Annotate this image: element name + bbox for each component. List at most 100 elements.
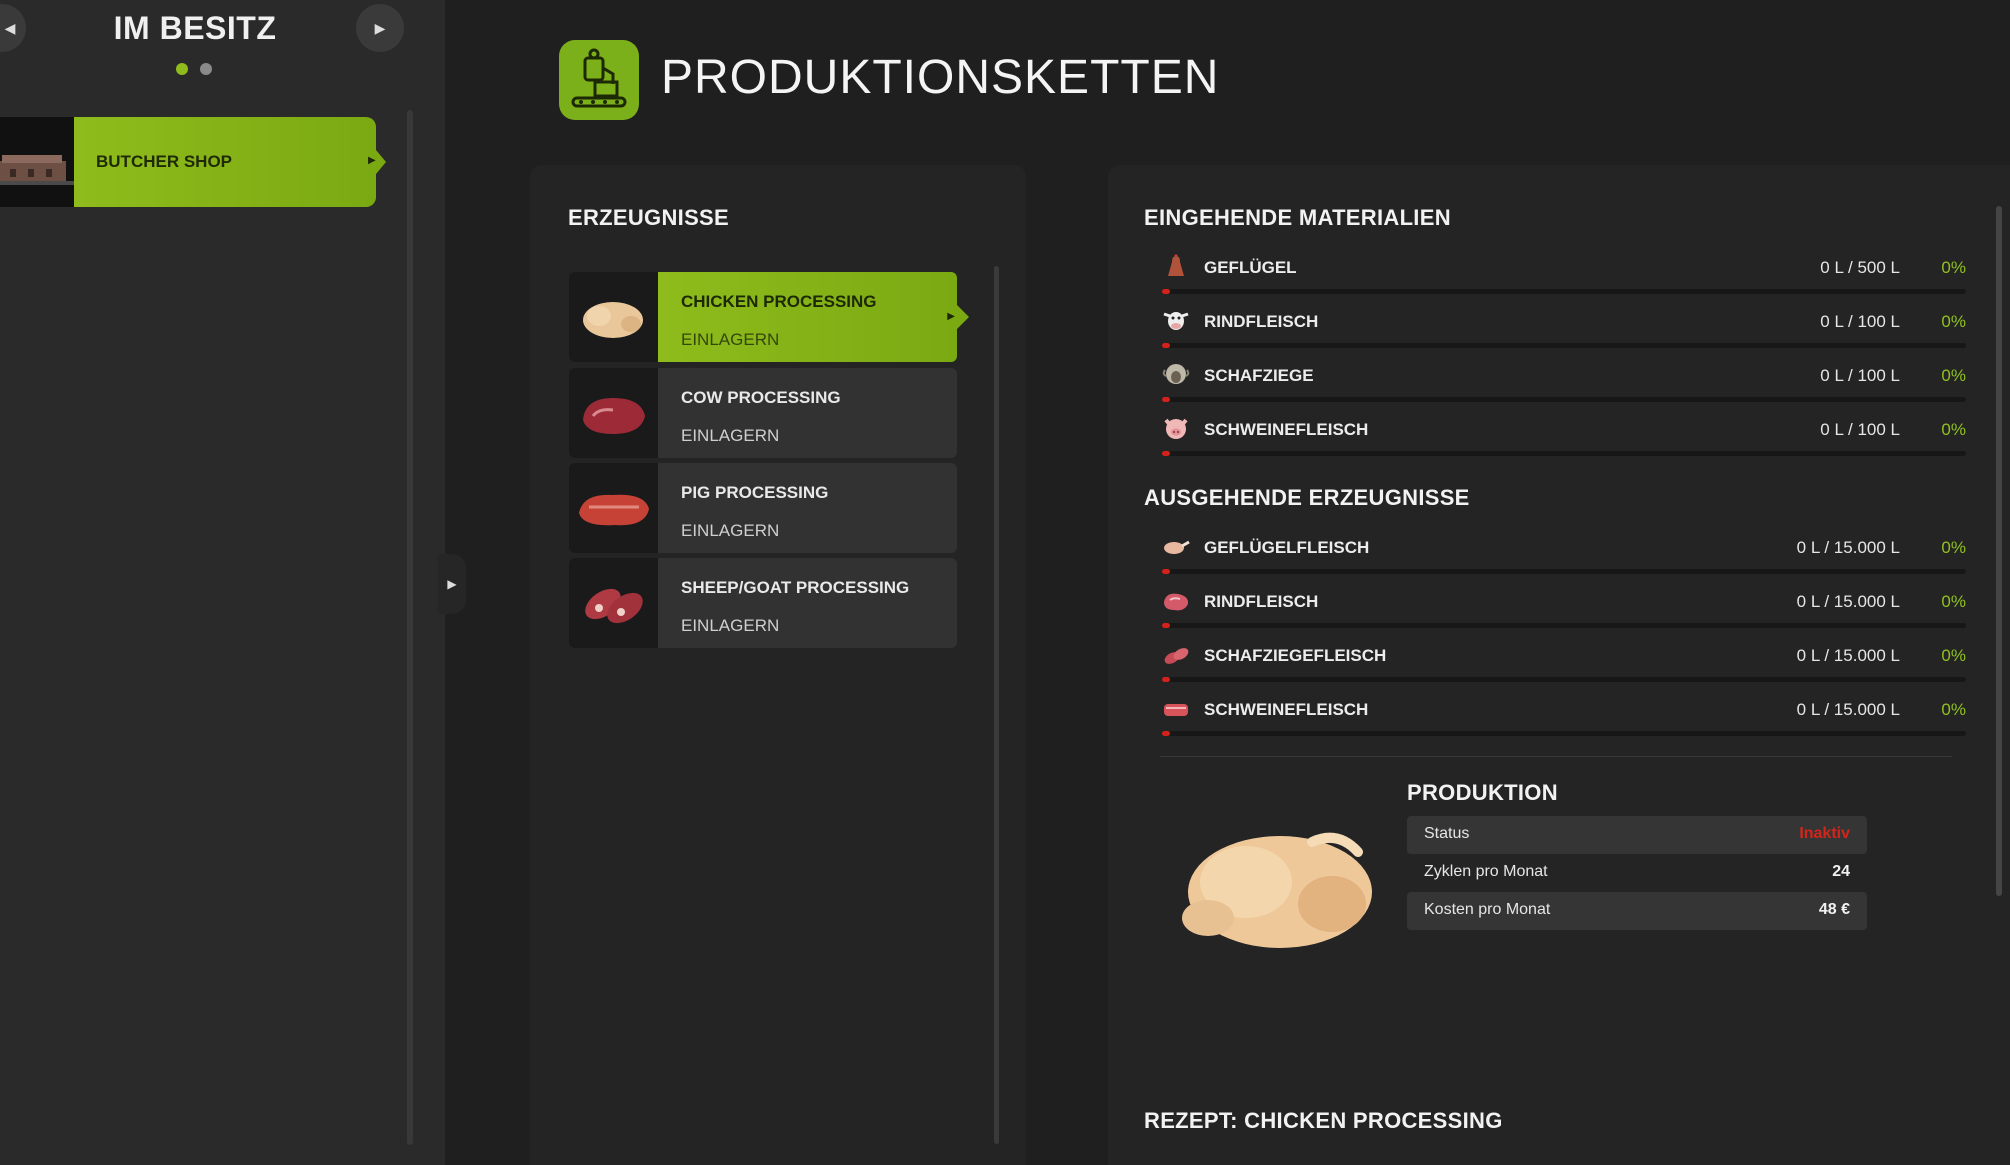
material-percent: 0%: [1941, 366, 1966, 385]
product-item-body: CHICKEN PROCESSING EINLAGERN: [658, 272, 957, 362]
fill-bar-indicator: [1162, 397, 1170, 402]
material-amount: 0 L / 100 L: [1820, 420, 1900, 439]
poultry-meat-icon: [1162, 534, 1190, 560]
owned-sidebar: ◀ IM BESITZ ▶ BUTCHER SHOP ▶: [0, 0, 445, 1165]
products-title: ERZEUGNISSE: [568, 205, 729, 230]
selected-arrow: [957, 305, 969, 329]
chevron-right-icon: ▶: [368, 155, 376, 166]
fill-bar: [1162, 623, 1966, 628]
recipe-title: REZEPT: CHICKEN PROCESSING: [1144, 1108, 1503, 1133]
chevron-left-icon: ◀: [4, 19, 16, 36]
collapse-sidebar-button[interactable]: ▶: [438, 554, 466, 614]
material-amount: 0 L / 15.000 L: [1796, 538, 1900, 557]
sidebar-item-butcher-shop[interactable]: BUTCHER SHOP ▶: [0, 117, 386, 207]
butcher-shop-thumbnail: [0, 117, 74, 207]
outgoing-row-poultry-meat: GEFLÜGELFLEISCH 0 L / 15.000 L 0%: [1160, 530, 1966, 584]
material-percent: 0%: [1941, 700, 1966, 719]
sidebar-scrollbar[interactable]: [407, 110, 413, 1145]
page-title: PRODUKTIONSKETTEN: [661, 51, 1220, 104]
cycles-row: Zyklen pro Monat 24: [1407, 854, 1867, 892]
product-item-chicken[interactable]: CHICKEN PROCESSING EINLAGERN ▶: [569, 272, 969, 362]
fill-bar: [1162, 451, 1966, 456]
next-page-button[interactable]: ▶: [356, 4, 404, 52]
beef-meat-icon: [1162, 588, 1190, 614]
material-percent: 0%: [1941, 312, 1966, 331]
fill-bar: [1162, 397, 1966, 402]
material-percent: 0%: [1941, 420, 1966, 439]
selected-arrow: [376, 150, 386, 174]
cycles-label: Zyklen pro Monat: [1424, 863, 1548, 880]
material-name: GEFLÜGEL: [1204, 258, 1297, 277]
fill-bar-indicator: [1162, 677, 1170, 682]
incoming-title: EINGEHENDE MATERIALIEN: [1144, 205, 1451, 230]
material-name: SCHAFZIEGEFLEISCH: [1204, 646, 1387, 665]
product-item-body: SHEEP/GOAT PROCESSING EINLAGERN: [658, 558, 957, 648]
product-store-label: EINLAGERN: [681, 521, 780, 540]
material-percent: 0%: [1941, 646, 1966, 665]
material-amount: 0 L / 15.000 L: [1796, 700, 1900, 719]
page-dot[interactable]: [200, 63, 212, 75]
incoming-row-poultry: GEFLÜGEL 0 L / 500 L 0%: [1160, 250, 1966, 304]
prev-page-button[interactable]: ◀: [0, 4, 26, 52]
chevron-right-icon: ▶: [447, 577, 457, 591]
product-item-cow[interactable]: COW PROCESSING EINLAGERN: [569, 368, 957, 458]
material-name: GEFLÜGELFLEISCH: [1204, 538, 1370, 557]
material-amount: 0 L / 100 L: [1820, 312, 1900, 331]
incoming-row-sheep-goat: SCHAFZIEGE 0 L / 100 L 0%: [1160, 358, 1966, 412]
material-name: SCHWEINEFLEISCH: [1204, 420, 1369, 439]
material-name: RINDFLEISCH: [1204, 312, 1319, 331]
fill-bar-indicator: [1162, 623, 1170, 628]
costs-row: Kosten pro Monat 48 €: [1407, 892, 1867, 930]
product-name: CHICKEN PROCESSING: [681, 292, 877, 311]
fill-bar: [1162, 569, 1966, 574]
product-name: SHEEP/GOAT PROCESSING: [681, 578, 910, 597]
sidebar-title: IM BESITZ: [113, 10, 277, 46]
fill-bar: [1162, 731, 1966, 736]
product-item-body: COW PROCESSING EINLAGERN: [658, 368, 957, 458]
chevron-right-icon: ▶: [374, 19, 386, 36]
product-store-label: EINLAGERN: [681, 426, 780, 445]
fill-bar-indicator: [1162, 451, 1170, 456]
product-store-label: EINLAGERN: [681, 330, 780, 349]
cow-icon: [1162, 308, 1190, 334]
incoming-row-beef: RINDFLEISCH 0 L / 100 L 0%: [1160, 304, 1966, 358]
raw-chicken-thumbnail: [569, 272, 658, 362]
material-percent: 0%: [1941, 592, 1966, 611]
material-name: RINDFLEISCH: [1204, 592, 1319, 611]
sheep-icon: [1162, 362, 1190, 388]
product-name: COW PROCESSING: [681, 388, 841, 407]
material-amount: 0 L / 15.000 L: [1796, 646, 1900, 665]
lamb-meat-icon: [1162, 642, 1190, 668]
fill-bar-indicator: [1162, 569, 1170, 574]
material-amount: 0 L / 500 L: [1820, 258, 1900, 277]
pig-icon: [1162, 416, 1190, 442]
pork-meat-icon: [1162, 696, 1190, 722]
product-item-pig[interactable]: PIG PROCESSING EINLAGERN: [569, 463, 957, 553]
product-item-body: PIG PROCESSING EINLAGERN: [658, 463, 957, 553]
fill-bar: [1162, 677, 1966, 682]
outgoing-title: AUSGEHENDE ERZEUGNISSE: [1144, 485, 1470, 510]
page-dot-active[interactable]: [176, 63, 188, 75]
product-item-sheep-goat[interactable]: SHEEP/GOAT PROCESSING EINLAGERN: [569, 558, 957, 648]
outgoing-row-pork: SCHWEINEFLEISCH 0 L / 15.000 L 0%: [1160, 692, 1966, 746]
material-percent: 0%: [1941, 538, 1966, 557]
production-title: PRODUKTION: [1407, 780, 1558, 805]
raw-chicken-image: [1162, 800, 1392, 970]
material-percent: 0%: [1941, 258, 1966, 277]
fill-bar-indicator: [1162, 289, 1170, 294]
products-scrollbar[interactable]: [994, 266, 999, 1144]
divider: [1160, 756, 1952, 757]
details-scrollbar[interactable]: [1996, 206, 2002, 896]
outgoing-row-lamb-meat: SCHAFZIEGEFLEISCH 0 L / 15.000 L 0%: [1160, 638, 1966, 692]
costs-value: 48 €: [1818, 901, 1850, 918]
lamb-cut-thumbnail: [569, 558, 658, 648]
material-amount: 0 L / 15.000 L: [1796, 592, 1900, 611]
fill-bar: [1162, 289, 1966, 294]
fill-bar: [1162, 343, 1966, 348]
material-name: SCHAFZIEGE: [1204, 366, 1314, 385]
pork-cut-thumbnail: [569, 463, 658, 553]
sidebar-item-label: BUTCHER SHOP: [74, 117, 376, 207]
material-amount: 0 L / 100 L: [1820, 366, 1900, 385]
costs-label: Kosten pro Monat: [1424, 901, 1551, 918]
fill-bar-indicator: [1162, 731, 1170, 736]
